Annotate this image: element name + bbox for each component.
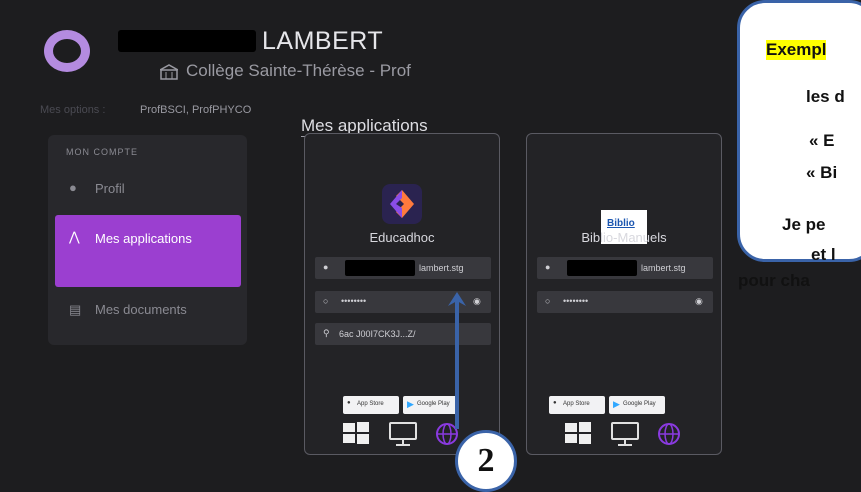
windows-icon[interactable]	[343, 422, 369, 444]
educadhoc-logo-icon	[382, 184, 422, 224]
sidebar-item-mes-documents[interactable]: ▤ Mes documents	[55, 300, 241, 336]
sidebar-item-label: Mes applications	[95, 231, 192, 246]
callout-line: Exempl	[766, 40, 827, 60]
user-name: LAMBERT	[262, 27, 384, 55]
sidebar-item-mes-applications[interactable]: ⋀ Mes applications	[55, 215, 241, 287]
play-icon: ▶	[407, 399, 414, 409]
profiles-label: Mes options :	[40, 104, 106, 116]
google-play-button[interactable]: ▶ Google Play	[403, 396, 459, 414]
eye-icon[interactable]: ◉	[695, 296, 703, 307]
app-name: Biblio-Manuels	[581, 230, 667, 245]
documents-icon: ▤	[69, 302, 82, 317]
lock-icon: ○	[323, 296, 329, 306]
sidebar-item-label: Mes documents	[95, 302, 187, 317]
user-icon: ●	[323, 262, 329, 272]
user-icon: ●	[545, 262, 551, 272]
app-name: Educadhoc	[369, 230, 435, 245]
apple-icon: ●	[347, 400, 351, 406]
key-icon: ⚲	[323, 328, 330, 338]
annotation-number-badge: 2	[455, 430, 517, 492]
apple-icon: ●	[553, 400, 557, 406]
web-icon[interactable]	[657, 422, 681, 446]
lock-icon: ○	[545, 296, 551, 306]
login-value: lambert.stg	[419, 263, 464, 273]
app-store-button[interactable]: ● App Store	[343, 396, 399, 414]
redacted-first-name	[118, 30, 256, 52]
callout-bubble: Exempl les d « E « Bi Je pe et l	[737, 0, 861, 264]
annotation-arrow	[455, 297, 459, 429]
windows-icon[interactable]	[565, 422, 591, 444]
app-card-educadhoc[interactable]: Educadhoc ● lambert.stg ○ •••••••• ◉ ⚲ 6…	[304, 133, 500, 455]
callout-line: et l	[811, 245, 836, 264]
sidebar-item-profil[interactable]: ● Profil	[55, 178, 241, 200]
app-logo	[44, 30, 90, 72]
callout-line: « E	[809, 131, 835, 150]
redacted-login	[567, 260, 637, 276]
app-store-button[interactable]: ● App Store	[549, 396, 605, 414]
profiles-list: ProfBSCI, ProfPHYCO	[140, 104, 252, 116]
code-value: 6ac J00I7CK3J...Z/	[339, 329, 416, 339]
google-play-button[interactable]: ▶ Google Play	[609, 396, 665, 414]
redacted-login	[345, 260, 415, 276]
user-icon: ●	[69, 180, 77, 195]
login-value: lambert.stg	[641, 263, 686, 273]
sidebar-item-label: Profil	[95, 181, 125, 196]
desktop-icon[interactable]	[389, 422, 417, 446]
arrow-head-icon	[448, 292, 466, 306]
password-value: ••••••••	[341, 296, 367, 306]
desktop-icon[interactable]	[611, 422, 639, 446]
password-value: ••••••••	[563, 296, 589, 306]
login-field[interactable]: ● lambert.stg	[315, 257, 491, 279]
eye-icon[interactable]: ◉	[473, 296, 481, 307]
school-icon	[160, 64, 178, 80]
school-name: Collège Sainte-Thérèse - Prof	[186, 61, 411, 80]
callout-line: les d	[806, 87, 845, 106]
callout-line: pour cha	[738, 271, 810, 290]
play-icon: ▶	[613, 399, 620, 409]
password-field[interactable]: ○ •••••••• ◉	[537, 291, 713, 313]
apps-icon: ⋀	[69, 229, 80, 244]
sidebar-heading: MON COMPTE	[66, 147, 138, 157]
code-field[interactable]: ⚲ 6ac J00I7CK3J...Z/	[315, 323, 491, 345]
callout-line: « Bi	[806, 163, 838, 182]
callout-line: Je pe	[782, 215, 826, 234]
login-field[interactable]: ● lambert.stg	[537, 257, 713, 279]
app-card-biblio-manuels[interactable]: Biblio Biblio-Manuels ● lambert.stg ○ ••…	[526, 133, 722, 455]
